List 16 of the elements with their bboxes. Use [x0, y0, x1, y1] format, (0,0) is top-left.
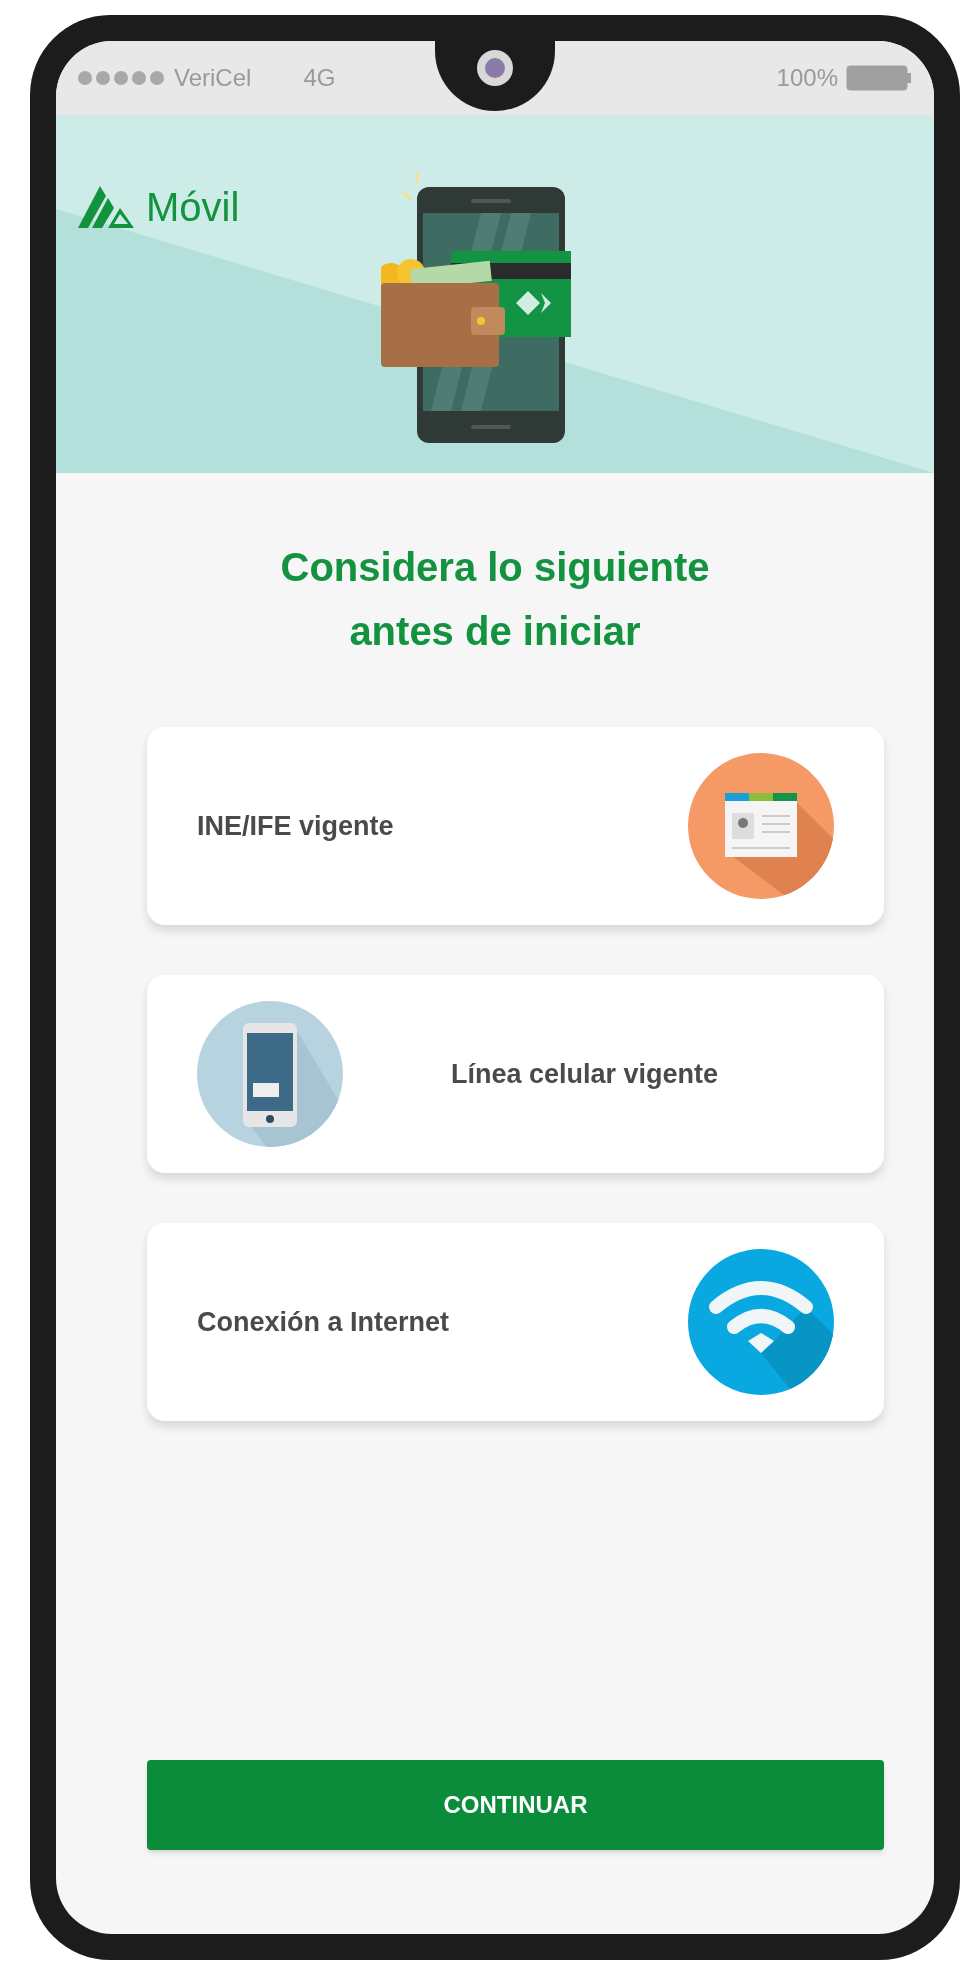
wifi-icon [688, 1249, 834, 1395]
requirement-label: Conexión a Internet [197, 1305, 450, 1339]
network-type: 4G [303, 63, 336, 93]
camera-icon [476, 49, 514, 87]
logo-text: Móvil [146, 184, 240, 231]
continue-button[interactable]: CONTINUAR [147, 1760, 884, 1850]
id-card-icon [688, 753, 834, 899]
signal-icon [78, 71, 164, 85]
battery-percentage: 100% [776, 63, 838, 93]
smartphone-icon [197, 1001, 343, 1147]
requirement-label: INE/IFE vigente [197, 809, 394, 843]
battery-icon [846, 65, 912, 91]
carrier-name: VeriCel [174, 63, 252, 93]
requirement-label: Línea celular vigente [451, 1057, 719, 1091]
logo-icon [78, 186, 134, 228]
page-title: Considera lo siguiente antes de iniciar [279, 544, 711, 655]
